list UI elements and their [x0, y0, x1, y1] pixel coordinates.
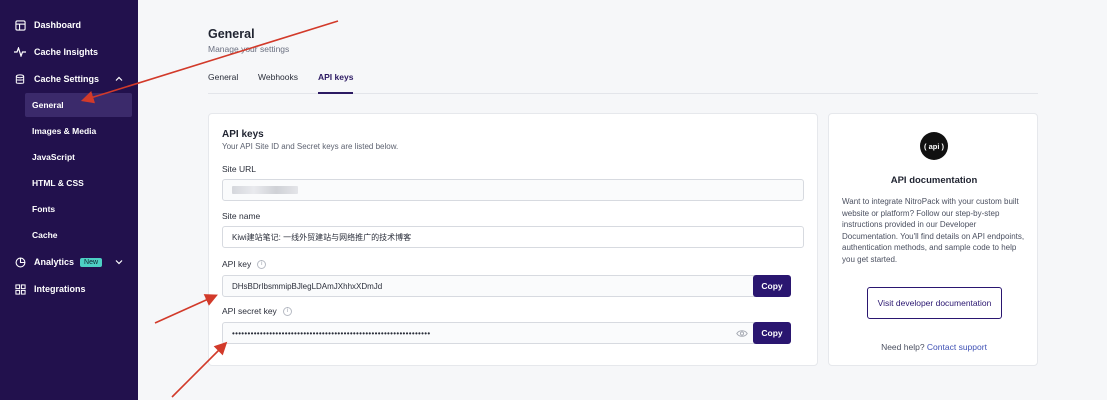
chart-pie-icon	[14, 256, 26, 268]
tab-api-keys[interactable]: API keys	[318, 72, 354, 94]
help-text: Need help? Contact support	[881, 342, 987, 352]
sidebar-item-label: Cache Insights	[34, 47, 99, 57]
sidebar-subitem-general[interactable]: General	[25, 93, 132, 117]
contact-support-link[interactable]: Contact support	[927, 342, 987, 352]
api-keys-card: API keys Your API Site ID and Secret key…	[208, 113, 818, 366]
tab-webhooks[interactable]: Webhooks	[258, 72, 298, 94]
tab-general[interactable]: General	[208, 72, 238, 94]
sidebar-item-label: Dashboard	[34, 20, 82, 30]
sidebar-subitem-javascript[interactable]: JavaScript	[25, 145, 132, 169]
settings-tabs: General Webhooks API keys	[208, 72, 1038, 94]
sidebar-item-cache-settings[interactable]: Cache Settings	[6, 66, 132, 92]
api-key-label: API key i	[222, 259, 267, 269]
api-secret-key-label: API secret key i	[222, 306, 292, 316]
sidebar-item-cache-insights[interactable]: Cache Insights	[6, 39, 132, 65]
api-documentation-card: ( api ) API documentation Want to integr…	[828, 113, 1038, 366]
page-subtitle: Manage your settings	[208, 44, 290, 54]
new-badge: New	[80, 257, 103, 267]
api-keys-title: API keys	[222, 129, 264, 140]
dashboard-icon	[14, 19, 26, 31]
info-icon[interactable]: i	[282, 306, 292, 316]
sidebar-item-label: Cache Settings	[34, 74, 100, 84]
sidebar-item-integrations[interactable]: Integrations	[6, 276, 132, 302]
sidebar: Dashboard Cache Insights Cache Settings …	[0, 0, 138, 400]
sidebar-item-dashboard[interactable]: Dashboard	[6, 12, 132, 38]
sidebar-item-label: Analytics	[34, 257, 75, 267]
api-key-field[interactable]: DHsBDrIbsmmipBJlegLDAmJXhhxXDmJd	[222, 275, 757, 297]
pulse-icon	[14, 46, 26, 58]
grid-icon	[14, 283, 26, 295]
main-content: General Manage your settings General Web…	[138, 0, 1107, 400]
eye-icon[interactable]	[736, 329, 748, 338]
site-name-label: Site name	[222, 211, 261, 221]
sidebar-item-analytics[interactable]: Analytics New	[6, 249, 132, 275]
sidebar-subitem-html-css[interactable]: HTML & CSS	[25, 171, 132, 195]
copy-api-secret-button[interactable]: Copy	[753, 322, 791, 344]
api-secret-key-field[interactable]: ••••••••••••••••••••••••••••••••••••••••…	[222, 322, 757, 344]
sidebar-item-label: Integrations	[34, 284, 86, 294]
database-icon	[14, 73, 26, 85]
chevron-up-icon[interactable]	[114, 74, 124, 84]
info-icon[interactable]: i	[257, 259, 267, 269]
api-keys-subtitle: Your API Site ID and Secret keys are lis…	[222, 142, 399, 151]
redacted-url	[232, 186, 298, 194]
sidebar-subitem-cache[interactable]: Cache	[25, 223, 132, 247]
visit-developer-documentation-button[interactable]: Visit developer documentation	[867, 287, 1002, 319]
site-url-field[interactable]	[222, 179, 804, 201]
copy-api-key-button[interactable]: Copy	[753, 275, 791, 297]
site-url-label: Site URL	[222, 164, 257, 174]
chevron-down-icon[interactable]	[114, 257, 124, 267]
sidebar-subitem-fonts[interactable]: Fonts	[25, 197, 132, 221]
page-title: General	[208, 27, 255, 41]
sidebar-subitem-images-media[interactable]: Images & Media	[25, 119, 132, 143]
api-documentation-title: API documentation	[890, 175, 978, 186]
site-name-field[interactable]: Kiwi建站笔记: 一线外贸建站与网络推广的技术博客	[222, 226, 804, 248]
api-documentation-description: Want to integrate NitroPack with your cu…	[842, 197, 1025, 264]
api-logo-icon: ( api )	[920, 132, 948, 160]
